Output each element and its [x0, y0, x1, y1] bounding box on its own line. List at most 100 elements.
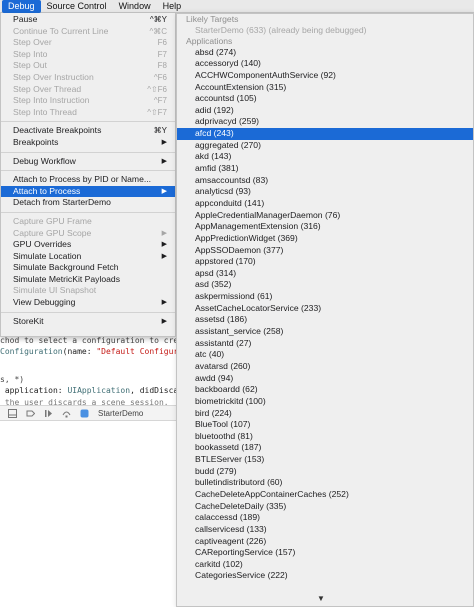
menubar-item[interactable]: Source Control — [41, 0, 113, 13]
debug-menu-item[interactable]: Step Into Instruction ^F7 — [1, 95, 175, 107]
process-item[interactable]: ACCHWComponentAuthService (92) — [177, 70, 473, 82]
debug-menu-item[interactable]: Simulate MetricKit Payloads — [1, 274, 175, 286]
process-item[interactable]: AppPredictionWidget (369) — [177, 233, 473, 245]
debug-menu-item[interactable]: Attach to Process ▶ — [1, 185, 175, 198]
menu-item-label: Debug Workflow — [13, 155, 76, 166]
debug-menu-item[interactable]: Simulate Location ▶ — [1, 251, 175, 263]
process-item[interactable]: backboardd (62) — [177, 384, 473, 396]
process-item[interactable]: bird (224) — [177, 408, 473, 420]
process-item[interactable]: AssetCacheLocatorService (233) — [177, 303, 473, 315]
debug-menu-item[interactable]: Breakpoints ▶ — [1, 137, 175, 149]
debug-menu-item[interactable]: Debug Workflow ▶ — [1, 156, 175, 168]
debug-menu-item[interactable]: View Debugging ▶ — [1, 297, 175, 309]
debug-menu-item[interactable]: Capture GPU Frame — [1, 216, 175, 228]
menu-item-label: Step Into — [13, 48, 48, 59]
menu-separator — [1, 151, 175, 153]
process-item[interactable]: afcd (243) — [177, 128, 473, 140]
debug-menu-item[interactable]: Attach to Process by PID or Name... — [1, 174, 175, 186]
process-item[interactable]: aggregated (270) — [177, 140, 473, 152]
process-item[interactable]: CacheDeleteDaily (335) — [177, 501, 473, 513]
process-item[interactable]: adprivacyd (259) — [177, 116, 473, 128]
submenu-arrow-icon: ▶ — [161, 317, 167, 325]
process-item[interactable]: CategoriesService (222) — [177, 570, 473, 582]
submenu-arrow-icon: ▶ — [161, 187, 167, 195]
process-item[interactable]: apsd (314) — [177, 268, 473, 280]
process-item[interactable]: CacheDeleteAppContainerCaches (252) — [177, 489, 473, 501]
process-item[interactable]: CAReportingService (157) — [177, 547, 473, 559]
process-item[interactable]: bluetoothd (81) — [177, 431, 473, 443]
debug-menu-item[interactable]: Step Into Thread ^⇧F7 — [1, 107, 175, 119]
process-item[interactable]: appstored (170) — [177, 256, 473, 268]
debug-menu-item[interactable]: Step Over Thread ^⇧F6 — [1, 84, 175, 96]
process-item[interactable]: amfid (381) — [177, 163, 473, 175]
process-item[interactable]: calaccessd (189) — [177, 512, 473, 524]
submenu-arrow-icon: ▶ — [161, 241, 167, 249]
debug-menu-item[interactable]: Step Over Instruction ^F6 — [1, 72, 175, 84]
process-item[interactable]: accountsd (105) — [177, 93, 473, 105]
process-item[interactable]: BlueTool (107) — [177, 419, 473, 431]
process-item[interactable]: adid (192) — [177, 105, 473, 117]
debug-menu-item[interactable]: Simulate Background Fetch — [1, 262, 175, 274]
submenu-arrow-icon: ▶ — [161, 252, 167, 260]
menu-item-label: Simulate UI Snapshot — [13, 285, 97, 296]
menubar-item[interactable]: Help — [157, 0, 188, 13]
process-item[interactable]: AppManagementExtension (316) — [177, 221, 473, 233]
process-item[interactable]: callservicesd (133) — [177, 524, 473, 536]
process-item[interactable]: analyticsd (93) — [177, 186, 473, 198]
process-item[interactable]: awdd (94) — [177, 373, 473, 385]
process-item[interactable]: BTLEServer (153) — [177, 454, 473, 466]
menu-item-label: Step Out — [13, 60, 47, 71]
process-item[interactable]: AppSSODaemon (377) — [177, 245, 473, 257]
process-item[interactable]: bookassetd (187) — [177, 442, 473, 454]
menu-item-label: StoreKit — [13, 315, 44, 326]
menubar-item[interactable]: Debug — [2, 0, 41, 13]
process-item[interactable]: avatarsd (260) — [177, 361, 473, 373]
process-item[interactable]: absd (274) — [177, 47, 473, 59]
continue-icon[interactable] — [44, 409, 53, 418]
process-item[interactable]: amsaccountsd (83) — [177, 175, 473, 187]
scroll-down-icon[interactable]: ▼ — [317, 594, 325, 603]
process-item[interactable]: akd (143) — [177, 151, 473, 163]
debug-menu-item[interactable]: StoreKit ▶ — [1, 316, 175, 328]
step-over-icon[interactable] — [62, 409, 71, 418]
likely-target-item[interactable]: StarterDemo (633) (already being debugge… — [177, 25, 473, 37]
breakpoints-toggle-icon[interactable] — [26, 409, 35, 418]
submenu-arrow-icon: ▶ — [161, 138, 167, 146]
menu-item-label: GPU Overrides — [13, 239, 72, 250]
code-type: UIApplication — [67, 386, 131, 395]
process-item[interactable]: askpermissiond (61) — [177, 291, 473, 303]
debug-menu: Pause ^⌘Y Continue To Current Line ^⌘C Step … — [0, 13, 176, 337]
debug-menu-item[interactable]: Step Into F7 — [1, 49, 175, 61]
menu-item-shortcut: ^⌘Y — [149, 15, 167, 24]
code-line: Configuration(name: "Default Configurat — [0, 347, 188, 356]
debug-menu-item[interactable]: Capture GPU Scope ▶ — [1, 228, 175, 240]
menu-separator — [1, 121, 175, 123]
debug-menu-item[interactable]: Detach from StarterDemo — [1, 197, 175, 209]
debug-menu-item[interactable]: Step Over F6 — [1, 37, 175, 49]
debug-menu-item[interactable]: GPU Overrides ▶ — [1, 239, 175, 251]
process-item[interactable]: atc (40) — [177, 349, 473, 361]
menubar-item[interactable]: Window — [113, 0, 157, 13]
process-item[interactable]: appconduitd (141) — [177, 198, 473, 210]
process-item[interactable]: budd (279) — [177, 466, 473, 478]
process-item[interactable]: biometrickitd (100) — [177, 396, 473, 408]
process-item[interactable]: AppleCredentialManagerDaemon (76) — [177, 210, 473, 222]
debug-menu-item[interactable]: Simulate UI Snapshot — [1, 285, 175, 297]
menu-separator — [1, 311, 175, 313]
menu-item-shortcut: ^F7 — [153, 96, 167, 106]
process-item[interactable]: accessoryd (140) — [177, 58, 473, 70]
process-item[interactable]: assistant_service (258) — [177, 326, 473, 338]
process-item[interactable]: carkitd (102) — [177, 559, 473, 571]
debug-menu-item[interactable]: Deactivate Breakpoints ⌘Y — [1, 125, 175, 137]
process-item[interactable]: captiveagent (226) — [177, 536, 473, 548]
debug-menu-item[interactable]: Step Out F8 — [1, 60, 175, 72]
process-item[interactable]: assistantd (27) — [177, 338, 473, 350]
debug-menu-item[interactable]: Continue To Current Line ^⌘C — [1, 26, 175, 38]
menu-item-shortcut: ^⇧F6 — [147, 84, 167, 94]
process-item[interactable]: bulletindistributord (60) — [177, 477, 473, 489]
console-toggle-icon[interactable] — [8, 408, 17, 418]
process-item[interactable]: asd (352) — [177, 279, 473, 291]
process-item[interactable]: assetsd (186) — [177, 314, 473, 326]
debug-menu-item[interactable]: Pause ^⌘Y — [1, 14, 175, 26]
process-item[interactable]: AccountExtension (315) — [177, 82, 473, 94]
